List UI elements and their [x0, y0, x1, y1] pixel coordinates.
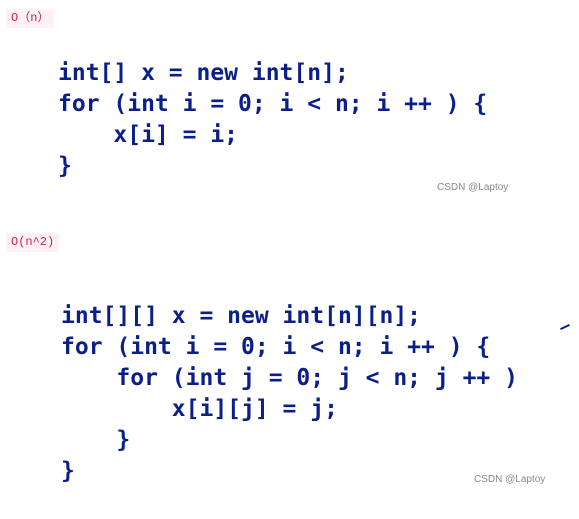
stray-pen-mark: [560, 323, 570, 331]
code-line: }: [61, 458, 75, 484]
complexity-label-linear: O（n）: [6, 9, 55, 28]
code-line: }: [61, 427, 131, 453]
watermark-linear: CSDN @Laptoy: [437, 182, 509, 193]
code-line: int[][] x = new int[n][n];: [61, 303, 422, 329]
code-line: for (int i = 0; i < n; i ++ ) {: [61, 334, 491, 360]
complexity-label-quadratic: O(n^2): [6, 233, 60, 252]
watermark-quadratic: CSDN @Laptoy: [474, 474, 546, 485]
code-line: x[i] = i;: [58, 122, 239, 148]
code-line: for (int i = 0; i < n; i ++ ) {: [58, 91, 488, 117]
code-line: x[i][j] = j;: [61, 396, 338, 422]
code-block-linear: int[] x = new int[n]; for (int i = 0; i <…: [58, 58, 487, 182]
code-line: int[] x = new int[n];: [58, 60, 349, 86]
code-line: }: [58, 153, 72, 179]
code-block-quadratic: int[][] x = new int[n][n]; for (int i = 0…: [61, 301, 518, 487]
code-line: for (int j = 0; j < n; j ++ ): [61, 365, 518, 391]
